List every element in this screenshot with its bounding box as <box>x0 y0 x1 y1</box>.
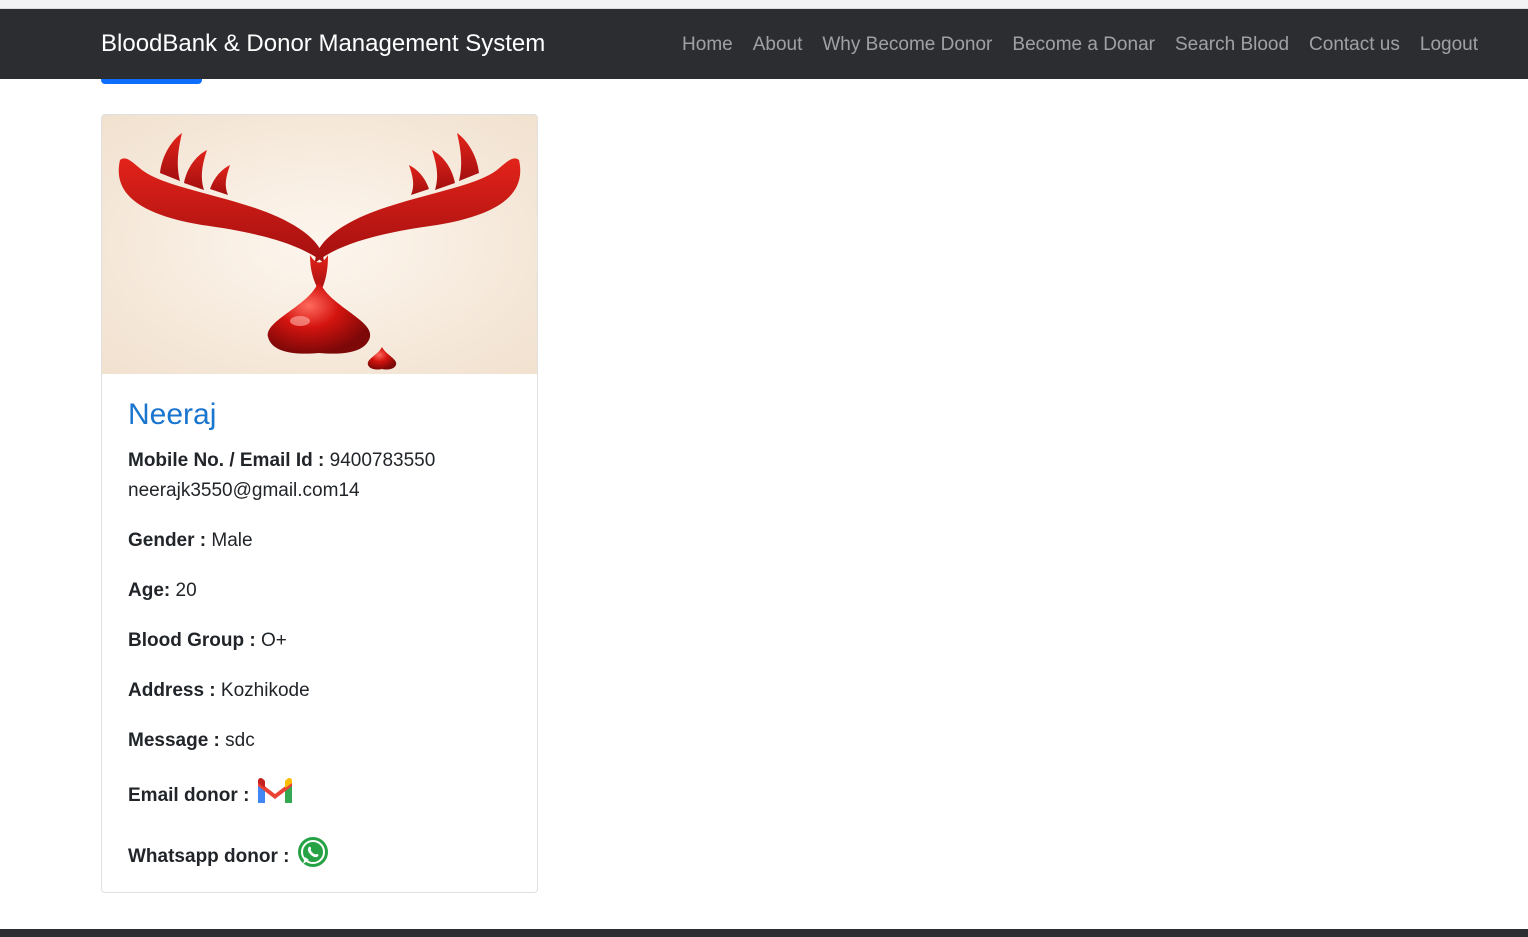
email-donor-row: Email donor : <box>128 776 511 816</box>
navbar: BloodBank & Donor Management System Home… <box>0 9 1528 79</box>
nav-home[interactable]: Home <box>672 32 743 58</box>
blood-group-row: Blood Group : O+ <box>128 626 511 656</box>
address-row: Address : Kozhikode <box>128 676 511 706</box>
email-donor-label: Email donor : <box>128 785 250 806</box>
message-value: sdc <box>225 730 255 751</box>
address-value: Kozhikode <box>220 680 310 701</box>
gender-value: Male <box>211 530 253 551</box>
email-value: neerajk3550@gmail.com14 <box>128 480 360 501</box>
whatsapp-donor-label: Whatsapp donor : <box>128 846 290 867</box>
blood-donation-hands-image <box>102 115 537 374</box>
message-row: Message : sdc <box>128 726 511 756</box>
nav-logout[interactable]: Logout <box>1410 32 1478 58</box>
whatsapp-icon[interactable] <box>297 836 329 878</box>
age-label: Age: <box>128 580 171 601</box>
blood-group-value: O+ <box>260 630 287 651</box>
whatsapp-donor-row: Whatsapp donor : <box>128 836 511 878</box>
mobile-value: 9400783550 <box>329 450 436 471</box>
blood-group-label: Blood Group : <box>128 630 256 651</box>
nav-become-donar[interactable]: Become a Donar <box>1002 32 1165 58</box>
message-label: Message : <box>128 730 220 751</box>
contact-row: Mobile No. / Email Id : 9400783550 neera… <box>128 446 511 506</box>
contact-label: Mobile No. / Email Id : <box>128 450 325 471</box>
gender-label: Gender : <box>128 530 207 551</box>
address-label: Address : <box>128 680 216 701</box>
gmail-icon[interactable] <box>255 776 295 816</box>
age-value: 20 <box>175 580 197 601</box>
footer-bar <box>0 929 1528 937</box>
nav-links: Home About Why Become Donor Become a Don… <box>672 32 1478 58</box>
nav-why-become-donor[interactable]: Why Become Donor <box>812 32 1002 58</box>
age-row: Age: 20 <box>128 576 511 606</box>
nav-contact-us[interactable]: Contact us <box>1299 32 1410 58</box>
gender-row: Gender : Male <box>128 526 511 556</box>
active-tab-indicator <box>101 79 202 84</box>
brand-link[interactable]: BloodBank & Donor Management System <box>101 28 545 60</box>
card-body: Neeraj Mobile No. / Email Id : 940078355… <box>102 374 537 878</box>
donor-name: Neeraj <box>128 398 217 431</box>
donor-card: Neeraj Mobile No. / Email Id : 940078355… <box>101 114 538 893</box>
nav-about[interactable]: About <box>743 32 813 58</box>
nav-search-blood[interactable]: Search Blood <box>1165 32 1299 58</box>
browser-top-strip <box>0 0 1528 9</box>
